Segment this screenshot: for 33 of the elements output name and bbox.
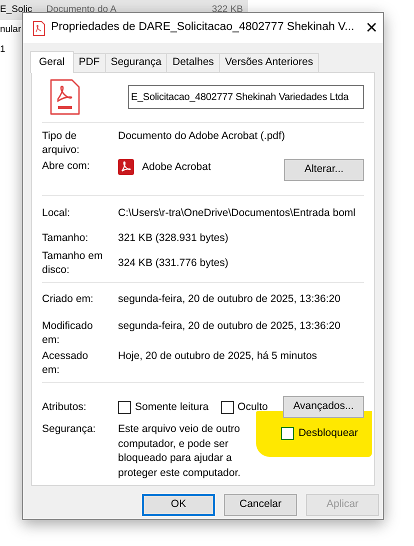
field-label: Acessado em:: [42, 349, 90, 377]
field-label: Tamanho:: [42, 231, 90, 245]
window-title: Propriedades de DARE_Solicitacao_4802777 Shekinah V...: [51, 20, 354, 36]
field-value: 324 KB (331.776 bytes): [118, 256, 228, 270]
field-value: Documento do Adobe Acrobat (.pdf): [118, 129, 285, 143]
file-name-field[interactable]: E_Solicitacao_4802777 Shekinah Variedades Ltda: [128, 85, 364, 109]
field-label: Tipo de arquivo:: [42, 129, 80, 157]
field-value: segunda-feira, 20 de outubro de 2025, 13:36:20: [118, 292, 340, 306]
checkbox-label: Oculto: [238, 400, 268, 414]
security-message: Este arquivo veio de outro computador, e pode ser bloqueado para ajudar a proteger este computador.: [118, 422, 242, 480]
field-value: Hoje, 20 de outubro de 2025, há 5 minutos: [118, 349, 318, 363]
field-label: Abre com:: [42, 159, 91, 173]
change-button[interactable]: Alterar...: [284, 159, 364, 181]
field-label: Local:: [42, 206, 72, 220]
tab[interactable]: Versões Anteriores: [218, 53, 320, 72]
checkbox-label: Desbloquear: [298, 426, 358, 440]
field-label: Modificado em:: [42, 319, 94, 347]
field-value: C:\Users\r-tra\OneDrive\Documentos\Entrada boml: [118, 206, 356, 220]
dialog-button[interactable]: OK: [142, 494, 215, 516]
close-button[interactable]: ×: [360, 13, 383, 43]
field-value: segunda-feira, 20 de outubro de 2025, 13:36:20: [118, 319, 340, 333]
tab[interactable]: Geral: [30, 51, 74, 73]
field-label: Criado em:: [42, 292, 94, 306]
advanced-button[interactable]: Avançados...: [283, 396, 364, 418]
field-value: 321 KB (328.931 bytes): [118, 231, 228, 245]
dialog-button[interactable]: Cancelar: [224, 494, 297, 516]
field-label: Tamanho em disco:: [42, 249, 104, 277]
app-name: Adobe Acrobat: [142, 160, 211, 174]
field-label: Segurança:: [42, 422, 97, 436]
file-name[interactable]: nular: [0, 22, 22, 38]
field-label: Atributos:: [42, 400, 88, 414]
file-name[interactable]: 1: [0, 42, 6, 58]
checkbox-label: Somente leitura: [135, 400, 209, 414]
